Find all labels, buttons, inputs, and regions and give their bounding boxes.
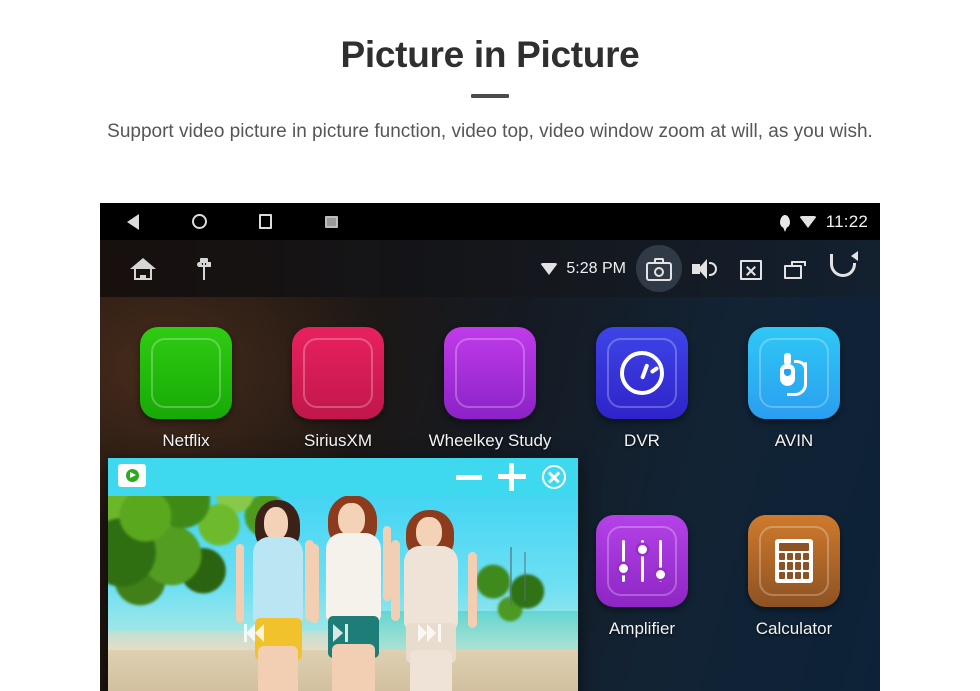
- image-icon: [324, 215, 338, 228]
- speaker-icon: [692, 257, 718, 281]
- video-pole-right: [524, 551, 527, 602]
- pip-zoom-in-button[interactable]: [498, 463, 526, 491]
- back-arrow-icon: [830, 250, 858, 281]
- pip-video-surface[interactable]: eiCaRo: [108, 488, 578, 691]
- app-label: Wheelkey Study: [428, 431, 552, 450]
- recent-apps-icon: [784, 257, 810, 281]
- toolbar-close-button[interactable]: [728, 245, 774, 292]
- sliders-icon: [596, 515, 688, 607]
- status-indicators: 11:22: [779, 203, 868, 240]
- toolbar-home-button[interactable]: [130, 257, 156, 280]
- app-launcher: Netflix SiriusXM Wheelkey Study DVR AVIN…: [100, 297, 880, 691]
- toolbar-clock: 5:28 PM: [566, 259, 626, 277]
- skip-next-icon[interactable]: [418, 623, 444, 643]
- app-label: Calculator: [755, 619, 833, 638]
- video-playback-controls: [108, 623, 578, 643]
- nav-screenshot-button[interactable]: [298, 203, 364, 240]
- device-screen: 11:22 5:28 PM Netflix SiriusXM Wheelkey …: [100, 203, 880, 691]
- gauge-icon: [596, 327, 688, 419]
- page-title: Picture in Picture: [340, 34, 640, 75]
- circle-home-icon: [191, 214, 207, 229]
- toolbar-camera-button[interactable]: [636, 245, 682, 292]
- promo-subtitle: Support video picture in picture functio…: [107, 120, 873, 142]
- app-label: Amplifier: [608, 619, 676, 638]
- app-label: SiriusXM: [303, 431, 372, 450]
- pip-window[interactable]: eiCaRo: [108, 458, 578, 691]
- app-amplifier[interactable]: Amplifier: [566, 497, 718, 685]
- toolbar-recent-apps-button[interactable]: [774, 245, 820, 292]
- video-palm-trees: [465, 561, 560, 661]
- siriusxm-icon: [292, 327, 384, 419]
- triangle-back-icon: [127, 213, 139, 230]
- wheelkey-icon: [444, 327, 536, 419]
- nav-back-button[interactable]: [100, 203, 166, 240]
- netflix-icon: [140, 327, 232, 419]
- status-clock: 11:22: [825, 211, 868, 231]
- android-status-bar: 11:22: [100, 203, 880, 240]
- wifi-icon: [798, 215, 817, 228]
- calculator-icon: [748, 515, 840, 607]
- video-person-right: [381, 510, 480, 691]
- pip-close-button[interactable]: [542, 465, 566, 489]
- app-avin[interactable]: AVIN: [718, 309, 870, 497]
- app-label: AVIN: [774, 431, 814, 450]
- skip-previous-icon[interactable]: [242, 623, 268, 643]
- location-pin-icon: [779, 215, 790, 232]
- usb-icon: [197, 257, 211, 280]
- toolbar-right-group: 5:28 PM: [540, 240, 866, 297]
- toolbar-usb-indicator[interactable]: [197, 257, 211, 280]
- av-plug-icon: [748, 327, 840, 419]
- play-pause-icon[interactable]: [330, 623, 356, 643]
- pip-title-bar: [108, 458, 578, 496]
- camera-icon: [646, 257, 672, 281]
- home-icon: [130, 257, 156, 280]
- toolbar-left-group: [100, 257, 211, 280]
- nav-home-button[interactable]: [166, 203, 232, 240]
- promo-header: Picture in Picture Support video picture…: [0, 0, 980, 146]
- app-label: DVR: [624, 431, 660, 450]
- app-calculator[interactable]: Calculator: [718, 497, 870, 685]
- wifi-icon: [540, 262, 559, 275]
- pip-zoom-out-button[interactable]: [456, 474, 482, 480]
- app-label: Netflix: [162, 431, 210, 450]
- toolbar-volume-button[interactable]: [682, 245, 728, 292]
- system-nav-bar: [100, 203, 364, 240]
- app-dvr[interactable]: DVR: [566, 309, 718, 497]
- app-toolbar: 5:28 PM: [100, 240, 880, 297]
- video-pole-left: [510, 547, 513, 607]
- square-recents-icon: [258, 214, 272, 229]
- nav-recents-button[interactable]: [232, 203, 298, 240]
- x-box-icon: [738, 257, 764, 281]
- toolbar-back-button[interactable]: [820, 245, 866, 292]
- title-divider: [471, 93, 509, 98]
- video-capture-icon[interactable]: [118, 464, 146, 487]
